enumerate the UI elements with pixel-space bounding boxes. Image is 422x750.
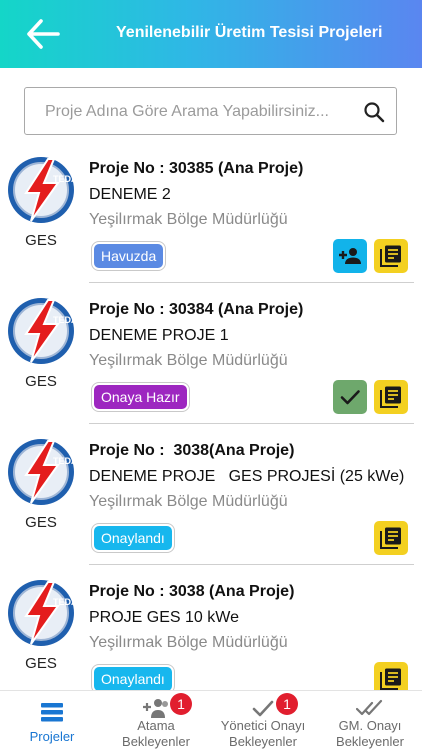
- project-item[interactable]: TEDAŞ GES Proje No : 3038 (Ana Proje) PR…: [0, 565, 422, 690]
- assign-button[interactable]: [333, 239, 367, 273]
- project-type: GES: [25, 373, 57, 390]
- tab-label-line: Bekleyenler: [336, 734, 404, 749]
- logo-text: TEDAŞ: [53, 174, 76, 184]
- project-name: DENEME 2: [89, 186, 171, 203]
- project-department: Yeşilırmak Bölge Müdürlüğü: [89, 211, 288, 228]
- project-number: Proje No : 30384 (Ana Proje): [89, 301, 304, 318]
- check-icon: [252, 700, 274, 717]
- document-icon: [380, 386, 401, 408]
- tab-atama-bekleyenler[interactable]: 1 Atama Bekleyenler: [104, 691, 208, 750]
- group-add-icon: [143, 699, 168, 718]
- back-arrow-icon[interactable]: [22, 14, 62, 54]
- project-item[interactable]: TEDAŞ GES Proje No : 3038(Ana Proje) DEN…: [0, 424, 422, 565]
- status-badge: Havuzda: [92, 242, 166, 270]
- tab-label-line: GM. Onayı: [338, 718, 402, 733]
- tedas-logo-icon: TEDAŞ: [8, 157, 76, 223]
- search-icon[interactable]: [362, 100, 386, 124]
- tab-label: GM. Onayı Bekleyenler: [318, 718, 422, 750]
- tedas-logo-icon: TEDAŞ: [8, 439, 76, 505]
- bottom-navigation: Projeler 1 Atama Bekleyenler 1 Yönetici …: [0, 690, 422, 750]
- document-icon: [380, 245, 401, 267]
- tab-gm-onayi-bekleyenler[interactable]: GM. Onayı Bekleyenler: [318, 691, 422, 750]
- project-name: DENEME PROJE GES PROJESİ (25 kWe): [89, 468, 405, 485]
- logo-text: TEDAŞ: [53, 456, 76, 466]
- tab-label-line: Bekleyenler: [229, 734, 297, 749]
- project-name: DENEME PROJE 1: [89, 327, 229, 344]
- document-icon: [380, 668, 401, 690]
- document-button[interactable]: [374, 662, 408, 690]
- project-number: Proje No : 30385 (Ana Proje): [89, 160, 304, 177]
- tab-label-line: Atama: [137, 718, 175, 733]
- document-button[interactable]: [374, 239, 408, 273]
- double-check-icon: [356, 699, 383, 716]
- project-type: GES: [25, 514, 57, 531]
- status-badge: Onaya Hazır: [92, 383, 189, 411]
- tab-label-line: Bekleyenler: [122, 734, 190, 749]
- app-header: Yenilenebilir Üretim Tesisi Projeleri: [0, 0, 422, 68]
- approve-button[interactable]: [333, 380, 367, 414]
- project-number: Proje No : 3038 (Ana Proje): [89, 583, 295, 600]
- app-root: Yenilenebilir Üretim Tesisi Projeleri TE…: [0, 0, 422, 750]
- search-box: [24, 87, 397, 135]
- notification-badge: 1: [276, 693, 298, 715]
- project-item[interactable]: TEDAŞ GES Proje No : 30384 (Ana Proje) D…: [0, 283, 422, 424]
- project-list: TEDAŞ GES Proje No : 30385 (Ana Proje) D…: [0, 142, 422, 690]
- check-icon: [340, 390, 360, 405]
- logo-text: TEDAŞ: [53, 597, 76, 607]
- tab-label: Projeler: [29, 729, 75, 744]
- person-add-icon: [339, 248, 361, 264]
- project-number: Proje No : 3038(Ana Proje): [89, 442, 295, 459]
- document-button[interactable]: [374, 521, 408, 555]
- tab-label: Yönetici Onayı Bekleyenler: [208, 718, 318, 750]
- tedas-logo-icon: TEDAŞ: [8, 580, 76, 646]
- project-department: Yeşilırmak Bölge Müdürlüğü: [89, 352, 288, 369]
- tab-yonetici-onayi-bekleyenler[interactable]: 1 Yönetici Onayı Bekleyenler: [208, 691, 318, 750]
- status-badge: Onaylandı: [92, 665, 174, 690]
- project-type: GES: [25, 232, 57, 249]
- project-type: GES: [25, 655, 57, 672]
- status-badge: Onaylandı: [92, 524, 174, 552]
- project-name: PROJE GES 10 kWe: [89, 609, 239, 626]
- page-title: Yenilenebilir Üretim Tesisi Projeleri: [116, 24, 383, 41]
- document-button[interactable]: [374, 380, 408, 414]
- tab-label: Atama Bekleyenler: [104, 718, 208, 750]
- project-department: Yeşilırmak Bölge Müdürlüğü: [89, 634, 288, 651]
- tab-projeler[interactable]: Projeler: [0, 691, 104, 750]
- project-department: Yeşilırmak Bölge Müdürlüğü: [89, 493, 288, 510]
- tedas-logo-icon: TEDAŞ: [8, 298, 76, 364]
- search-input[interactable]: [45, 99, 345, 125]
- logo-text: TEDAŞ: [53, 315, 76, 325]
- notification-badge: 1: [170, 693, 192, 715]
- tab-label-line: Yönetici Onayı: [220, 718, 306, 733]
- list-icon: [41, 703, 63, 722]
- project-item[interactable]: TEDAŞ GES Proje No : 30385 (Ana Proje) D…: [0, 142, 422, 283]
- document-icon: [380, 527, 401, 549]
